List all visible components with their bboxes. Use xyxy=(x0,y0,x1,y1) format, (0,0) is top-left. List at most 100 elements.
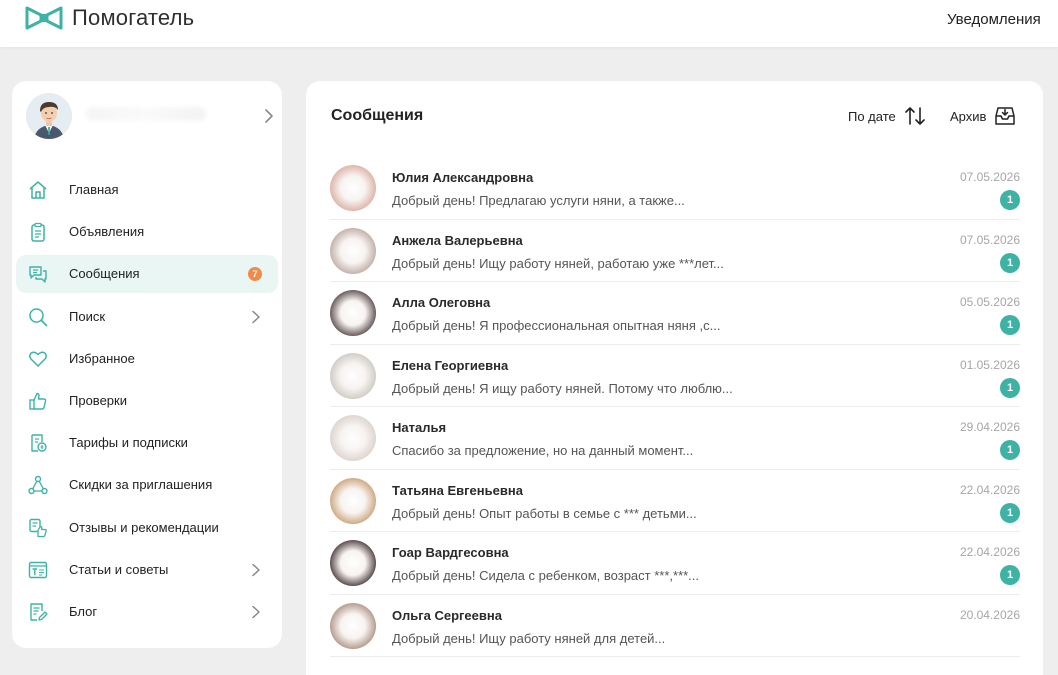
sidebar-item-label: Скидки за приглашения xyxy=(69,477,213,493)
message-date: 01.05.2026 xyxy=(959,357,1020,372)
user-avatar xyxy=(26,93,72,139)
sidebar-item-label: Проверки xyxy=(69,392,127,408)
sidebar-item-blog[interactable]: Блог xyxy=(16,593,278,631)
sidebar-item-favorites[interactable]: Избранное xyxy=(16,340,278,378)
sidebar-item-checks[interactable]: Проверки xyxy=(16,382,278,420)
message-row[interactable]: Наталья Спасибо за предложение, но на да… xyxy=(330,407,1020,470)
notifications-link[interactable]: Уведомления xyxy=(947,11,1041,28)
sidebar-item-articles[interactable]: Статьи и советы xyxy=(16,551,278,589)
logo[interactable]: Помогатель xyxy=(24,4,194,32)
receipt-icon xyxy=(31,434,47,452)
network-icon xyxy=(28,476,48,495)
message-date: 07.05.2026 xyxy=(959,232,1020,247)
unread-badge: 7 xyxy=(248,267,262,282)
sidebar-item-label: Объявления xyxy=(69,224,145,240)
contact-name: Наталья xyxy=(392,420,447,435)
contact-avatar-blurred xyxy=(330,352,376,399)
article-icon xyxy=(28,561,48,578)
contact-avatar-blurred xyxy=(330,165,376,211)
messages-panel: Сообщения По дате Архив Юлия Александров… xyxy=(306,81,1043,675)
contact-avatar-blurred xyxy=(330,290,376,336)
message-row[interactable]: Гоар Вардгесовна Добрый день! Сидела с р… xyxy=(330,532,1020,595)
archive-tray-icon xyxy=(995,107,1016,125)
sidebar-item-messages[interactable]: Сообщения 7 xyxy=(16,255,278,294)
message-preview: Добрый день! Я профессиональная опытная … xyxy=(392,318,721,333)
contact-avatar-blurred xyxy=(330,540,376,586)
sort-label: По дате xyxy=(848,108,896,124)
sidebar: Главная Объявления Сообщения 7 Поиск Изб… xyxy=(12,81,282,648)
message-preview: Спасибо за предложение, но на данный мом… xyxy=(392,443,694,458)
contact-avatar-blurred xyxy=(330,227,376,274)
contact-avatar-blurred xyxy=(330,415,376,461)
message-date: 07.05.2026 xyxy=(959,170,1020,184)
sidebar-item-label: Главная xyxy=(69,182,119,197)
message-preview: Добрый день! Я ищу работу няней. Потому … xyxy=(392,380,733,396)
message-row[interactable]: Елена Георгиевна Добрый день! Я ищу рабо… xyxy=(330,345,1020,407)
unread-count-badge: 1 xyxy=(1000,565,1020,585)
sidebar-item-label: Отзывы и рекомендации xyxy=(69,519,219,535)
chevron-right-icon xyxy=(265,109,273,123)
sidebar-item-home[interactable]: Главная xyxy=(16,171,278,209)
clipboard-icon xyxy=(31,223,45,242)
contact-name: Ольга Сергеевна xyxy=(392,607,502,623)
bow-tie-logo-icon xyxy=(25,6,63,30)
unread-count-badge: 1 xyxy=(1000,190,1020,210)
unread-count-badge: 1 xyxy=(1000,377,1020,398)
contact-avatar-blurred xyxy=(330,602,376,649)
chevron-right-icon xyxy=(252,310,260,323)
message-preview: Добрый день! Ищу работу няней, работаю у… xyxy=(392,255,724,271)
message-row[interactable]: Юлия Александровна Добрый день! Предлага… xyxy=(330,157,1020,220)
top-header: Помогатель Уведомления xyxy=(0,0,1058,47)
message-list: Юлия Александровна Добрый день! Предлага… xyxy=(330,157,1020,657)
message-preview: Добрый день! Опыт работы в семье с *** д… xyxy=(392,505,697,521)
unread-count-badge: 1 xyxy=(1000,315,1020,335)
sidebar-item-label: Блог xyxy=(69,603,98,619)
contact-name: Анжела Валерьевна xyxy=(392,232,523,248)
unread-count-badge: 1 xyxy=(1000,440,1020,460)
heart-icon xyxy=(29,351,47,367)
sidebar-item-label: Тарифы и подписки xyxy=(69,435,188,451)
sidebar-item-label: Поиск xyxy=(69,308,106,324)
archive-label: Архив xyxy=(950,108,987,124)
message-date: 05.05.2026 xyxy=(959,295,1020,309)
message-preview: Добрый день! Ищу работу няней для детей.… xyxy=(392,630,666,646)
home-icon xyxy=(29,181,47,199)
sort-by-date-button[interactable]: По дате xyxy=(848,105,926,127)
sort-arrows-icon xyxy=(904,107,925,125)
blog-icon xyxy=(30,603,48,621)
message-preview: Добрый день! Предлагаю услуги няни, а та… xyxy=(392,193,685,208)
sidebar-item-ads[interactable]: Объявления xyxy=(16,213,278,251)
sidebar-item-tariffs[interactable]: Тарифы и подписки xyxy=(16,424,278,462)
unread-count-badge: 1 xyxy=(1000,502,1020,523)
profile-name-blurred xyxy=(86,107,206,121)
message-row[interactable]: Алла Олеговна Добрый день! Я профессиона… xyxy=(330,282,1020,345)
sidebar-item-referrals[interactable]: Скидки за приглашения xyxy=(16,466,278,504)
message-date: 22.04.2026 xyxy=(959,545,1020,559)
message-date: 22.04.2026 xyxy=(959,482,1020,497)
sidebar-item-label: Сообщения xyxy=(69,266,140,282)
profile-link[interactable] xyxy=(26,93,273,139)
reviews-icon xyxy=(29,518,47,537)
sidebar-menu: Главная Объявления Сообщения 7 Поиск Изб… xyxy=(16,171,278,635)
contact-name: Татьяна Евгеньевна xyxy=(392,482,523,498)
chevron-right-icon xyxy=(252,563,260,576)
search-icon xyxy=(29,307,48,326)
chat-icon xyxy=(29,266,47,284)
contact-name: Алла Олеговна xyxy=(392,295,491,310)
message-row[interactable]: Анжела Валерьевна Добрый день! Ищу работ… xyxy=(330,220,1020,282)
message-date: 20.04.2026 xyxy=(959,607,1020,622)
chevron-right-icon xyxy=(252,605,260,619)
sidebar-item-label: Избранное xyxy=(69,350,135,366)
thumbs-up-icon xyxy=(29,392,47,410)
message-date: 29.04.2026 xyxy=(959,420,1020,434)
contact-name: Елена Георгиевна xyxy=(392,357,509,373)
message-row[interactable]: Ольга Сергеевна Добрый день! Ищу работу … xyxy=(330,595,1020,657)
sidebar-item-label: Статьи и советы xyxy=(69,561,169,577)
page-title: Сообщения xyxy=(331,107,424,124)
sidebar-item-reviews[interactable]: Отзывы и рекомендации xyxy=(16,509,278,547)
message-row[interactable]: Татьяна Евгеньевна Добрый день! Опыт раб… xyxy=(330,470,1020,532)
sidebar-item-search[interactable]: Поиск xyxy=(16,298,278,336)
unread-count-badge: 1 xyxy=(1000,252,1020,273)
archive-button[interactable]: Архив xyxy=(950,105,1016,127)
contact-avatar-blurred xyxy=(330,477,376,524)
